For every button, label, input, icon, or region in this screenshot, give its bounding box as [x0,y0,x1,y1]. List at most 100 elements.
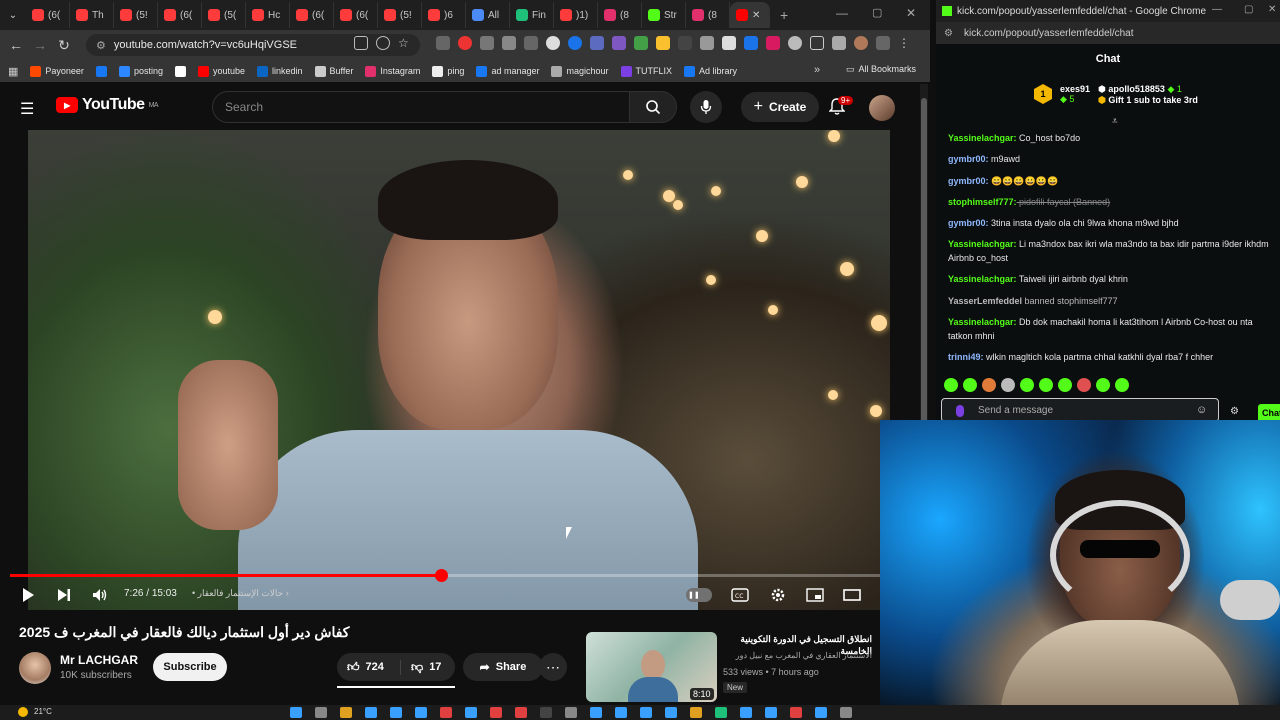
volume-button[interactable] [90,585,110,605]
share-button[interactable]: ➦ Share [463,653,543,681]
extension-badge-icon[interactable] [612,36,626,50]
taskbar-app-icon[interactable] [840,707,852,718]
extension-white-icon[interactable] [722,36,736,50]
install-icon[interactable] [354,36,368,50]
taskbar-app-icon[interactable] [740,707,752,718]
taskbar-app-icon[interactable] [790,707,802,718]
emoji-picker-icon[interactable]: ☺ [1196,404,1207,416]
bookmark-item[interactable]: Ad library [684,65,737,77]
extension-pink-icon[interactable] [766,36,780,50]
recommended-video-channel[interactable]: الاستثمار العقاري في المغرب مع نبيل دور [722,651,872,660]
browser-tab[interactable]: (8 [686,2,730,28]
extensions-puzzle-icon[interactable] [810,36,824,50]
like-button[interactable]: 👍︎ 724 [337,659,401,675]
apps-grid-icon[interactable]: ▦ [8,65,18,78]
bookmark-star-icon[interactable]: ☆ [398,36,409,50]
emote-icon[interactable] [982,378,996,392]
chat-username[interactable]: stophimself777: [948,197,1017,207]
taskbar-app-icon[interactable] [640,707,652,718]
taskbar-app-icon[interactable] [565,707,577,718]
bookmark-item[interactable] [174,65,186,77]
chapter-title[interactable]: • حالات الإستثمار فالعقار › [192,588,289,599]
chat-username[interactable]: Yassinelachgar: [948,317,1017,327]
taskbar-app-icon[interactable] [415,707,427,718]
search-button[interactable] [629,91,677,123]
subscribe-button[interactable]: Subscribe [153,653,227,681]
taskbar-app-icon[interactable] [490,707,502,718]
extension-tag-icon[interactable] [744,36,758,50]
bookmark-item[interactable]: ad manager [476,65,539,77]
extension-dark-icon[interactable] [678,36,692,50]
play-button[interactable] [18,585,38,605]
channel-name[interactable]: Mr LACHGAR [60,653,138,667]
maximize-icon[interactable]: ▢ [872,6,882,19]
video-player[interactable] [28,130,890,610]
extension-fb-icon[interactable] [436,36,450,50]
new-tab-button[interactable]: + [780,7,788,23]
leader-entry-2[interactable]: ⬢ apollo518853 ◆ 1 ⬢ Gift 1 sub to take … [1098,84,1198,106]
progress-scrubber-handle[interactable] [434,569,448,582]
taskbar-app-icon[interactable] [340,707,352,718]
minimize-icon[interactable]: — [836,6,848,20]
miniplayer-button[interactable] [805,585,825,605]
tab-groups-icon[interactable] [876,36,890,50]
emote-icon[interactable] [1039,378,1053,392]
taskbar-app-icon[interactable] [365,707,377,718]
voice-search-button[interactable] [690,91,722,123]
create-button[interactable]: + Create [741,92,819,122]
chat-message-input[interactable]: Send a message [941,398,1219,422]
extension-green-icon[interactable] [634,36,648,50]
leader-entry-1[interactable]: exes91 ◆ 5 [1060,84,1090,106]
browser-tab[interactable]: Th [70,2,114,28]
browser-tab[interactable]: (6( [334,2,378,28]
emote-icon[interactable] [1001,378,1015,392]
youtube-logo[interactable]: ▶ YouTube MA [56,96,159,114]
bookmark-item[interactable] [95,65,107,77]
tab-search-icon[interactable]: ⌄ [0,3,26,27]
kick-address-bar[interactable]: ⚙ kick.com/popout/yasserlemfeddel/chat [936,22,1280,44]
chat-username[interactable]: trinni49: [948,352,984,362]
taskbar-app-icon[interactable] [315,707,327,718]
more-actions-button[interactable]: ⋯ [539,653,567,681]
browser-tab[interactable]: (5! [114,2,158,28]
emote-icon[interactable] [944,378,958,392]
bookmark-item[interactable]: TUTFLIX [620,65,672,77]
browser-tab[interactable]: All [466,2,510,28]
extension-red-icon[interactable] [458,36,472,50]
bookmark-item[interactable]: linkedin [257,65,303,77]
browser-tab[interactable]: (5( [202,2,246,28]
next-button[interactable] [54,585,74,605]
browser-menu-icon[interactable]: ⋮ [898,36,910,50]
extension-grid-icon[interactable] [480,36,494,50]
extension-circle-icon[interactable] [546,36,560,50]
bookmarks-more-button[interactable]: » [814,64,820,76]
taskbar-app-icon[interactable] [765,707,777,718]
taskbar-app-icon[interactable] [515,707,527,718]
kick-site-info-icon[interactable]: ⚙ [944,28,953,39]
kick-close-icon[interactable]: ✕ [1268,4,1276,15]
account-avatar[interactable] [869,95,895,121]
browser-tab[interactable]: Fin [510,2,554,28]
emote-icon[interactable] [1020,378,1034,392]
bookmark-item[interactable]: posting [118,65,163,77]
emote-icon[interactable] [1115,378,1129,392]
chat-username[interactable]: YasserLemfeddel [948,296,1022,306]
emote-icon[interactable] [1058,378,1072,392]
taskbar-app-icon[interactable] [715,707,727,718]
kick-maximize-icon[interactable]: ▢ [1244,4,1253,15]
chat-username[interactable]: Yassinelachgar: [948,133,1017,143]
captions-button[interactable]: CC [730,585,750,605]
taskbar-app-icon[interactable] [290,707,302,718]
taskbar-app-icon[interactable] [540,707,552,718]
browser-tab[interactable]: (6( [26,2,70,28]
site-info-icon[interactable]: ⚙ [96,39,106,52]
channel-avatar[interactable] [19,652,51,684]
emote-icon[interactable] [1077,378,1091,392]
browser-tab[interactable]: )1) [554,2,598,28]
taskbar-app-icon[interactable] [440,707,452,718]
settings-button[interactable] [768,585,788,605]
zoom-icon[interactable] [376,36,390,50]
weather-temperature[interactable]: 21°C [34,707,52,716]
taskbar-app-icon[interactable] [390,707,402,718]
chat-username[interactable]: gymbr00: [948,154,989,164]
